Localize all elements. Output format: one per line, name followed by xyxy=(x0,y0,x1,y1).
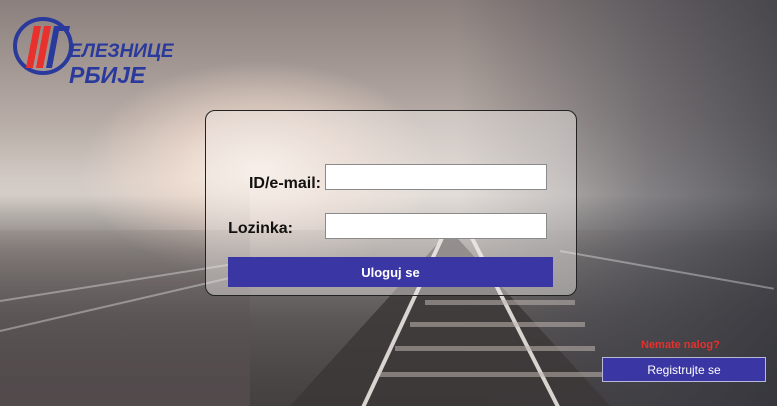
id-email-label: ID/e-mail: xyxy=(248,175,321,192)
password-input[interactable] xyxy=(325,213,547,239)
brand-name-line2: РБИЈЕ xyxy=(69,62,146,88)
register-button[interactable]: Registrujte se xyxy=(602,357,766,382)
background-sleeper xyxy=(395,346,595,351)
login-card: ID/e-mail: Lozinka: Uloguj se xyxy=(205,110,577,296)
password-label: Lozinka: xyxy=(228,220,293,237)
background-sleeper xyxy=(410,322,585,327)
id-email-input[interactable] xyxy=(325,164,547,190)
background-sleeper xyxy=(425,300,575,305)
brand-logo: ЕЛЕЗНИЦЕ РБИЈЕ xyxy=(12,10,174,90)
no-account-prompt: Nemate nalog? xyxy=(641,339,720,351)
background-sleeper xyxy=(380,372,610,377)
brand-name-line1: ЕЛЕЗНИЦЕ xyxy=(69,41,174,62)
login-button[interactable]: Uloguj se xyxy=(228,257,553,287)
login-screen: ЕЛЕЗНИЦЕ РБИЈЕ ID/e-mail: Lozinka: Ulogu… xyxy=(0,0,777,406)
